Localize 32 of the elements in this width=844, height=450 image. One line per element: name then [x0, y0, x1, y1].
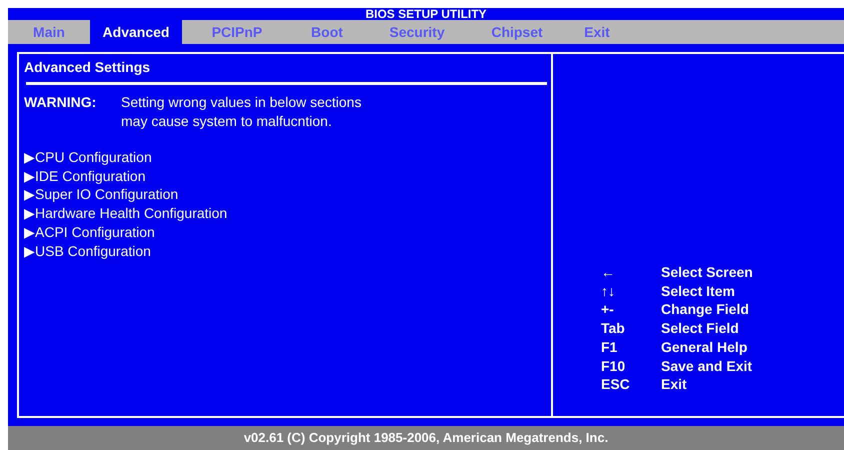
- submenu-arrow-icon: ▶: [24, 222, 35, 242]
- key-action: Select Item: [661, 282, 735, 300]
- submenu-arrow-icon: ▶: [24, 148, 35, 167]
- key-action: Change Field: [661, 300, 749, 320]
- key-label: ←: [601, 264, 615, 280]
- key-label: Tab: [601, 320, 625, 336]
- warning-label: WARNING:: [24, 94, 96, 110]
- key-action: Exit: [661, 375, 687, 394]
- key-label: F1: [601, 338, 618, 355]
- key-label: F10: [601, 358, 626, 374]
- submenu-item[interactable]: USB Configuration: [35, 242, 151, 260]
- submenu-arrow-icon: ▶: [24, 185, 35, 204]
- submenu-item[interactable]: CPU Configuration: [35, 148, 152, 167]
- key-label: +-: [601, 301, 614, 318]
- key-label: ↑↓: [601, 282, 615, 299]
- warning-text: Setting wrong values in below sections may cause system to malfucntion.: [121, 93, 362, 131]
- panel-title: Advanced Settings: [24, 59, 150, 75]
- submenu-arrow-icon: ▶: [24, 242, 35, 260]
- key-action: Select Field: [661, 319, 739, 338]
- submenu-arrow-icon: ▶: [24, 204, 35, 223]
- key-action: Save and Exit: [661, 356, 752, 376]
- copyright-text: v02.61 (C) Copyright 1985-2006, American Megatrends, Inc.: [244, 429, 608, 448]
- submenu-arrow-icon: ▶: [24, 166, 35, 186]
- window-title: BIOS SETUP UTILITY: [365, 7, 487, 21]
- key-action: Select Screen: [661, 263, 753, 282]
- submenu-item[interactable]: ACPI Configuration: [35, 222, 155, 242]
- key-label: ESC: [601, 376, 630, 392]
- menu-tab[interactable]: Advanced: [90, 20, 182, 44]
- submenu-item[interactable]: Hardware Health Configuration: [35, 204, 228, 223]
- submenu-item[interactable]: IDE Configuration: [35, 166, 146, 186]
- submenu-item[interactable]: Super IO Configuration: [35, 185, 178, 204]
- key-action: General Help: [661, 338, 748, 357]
